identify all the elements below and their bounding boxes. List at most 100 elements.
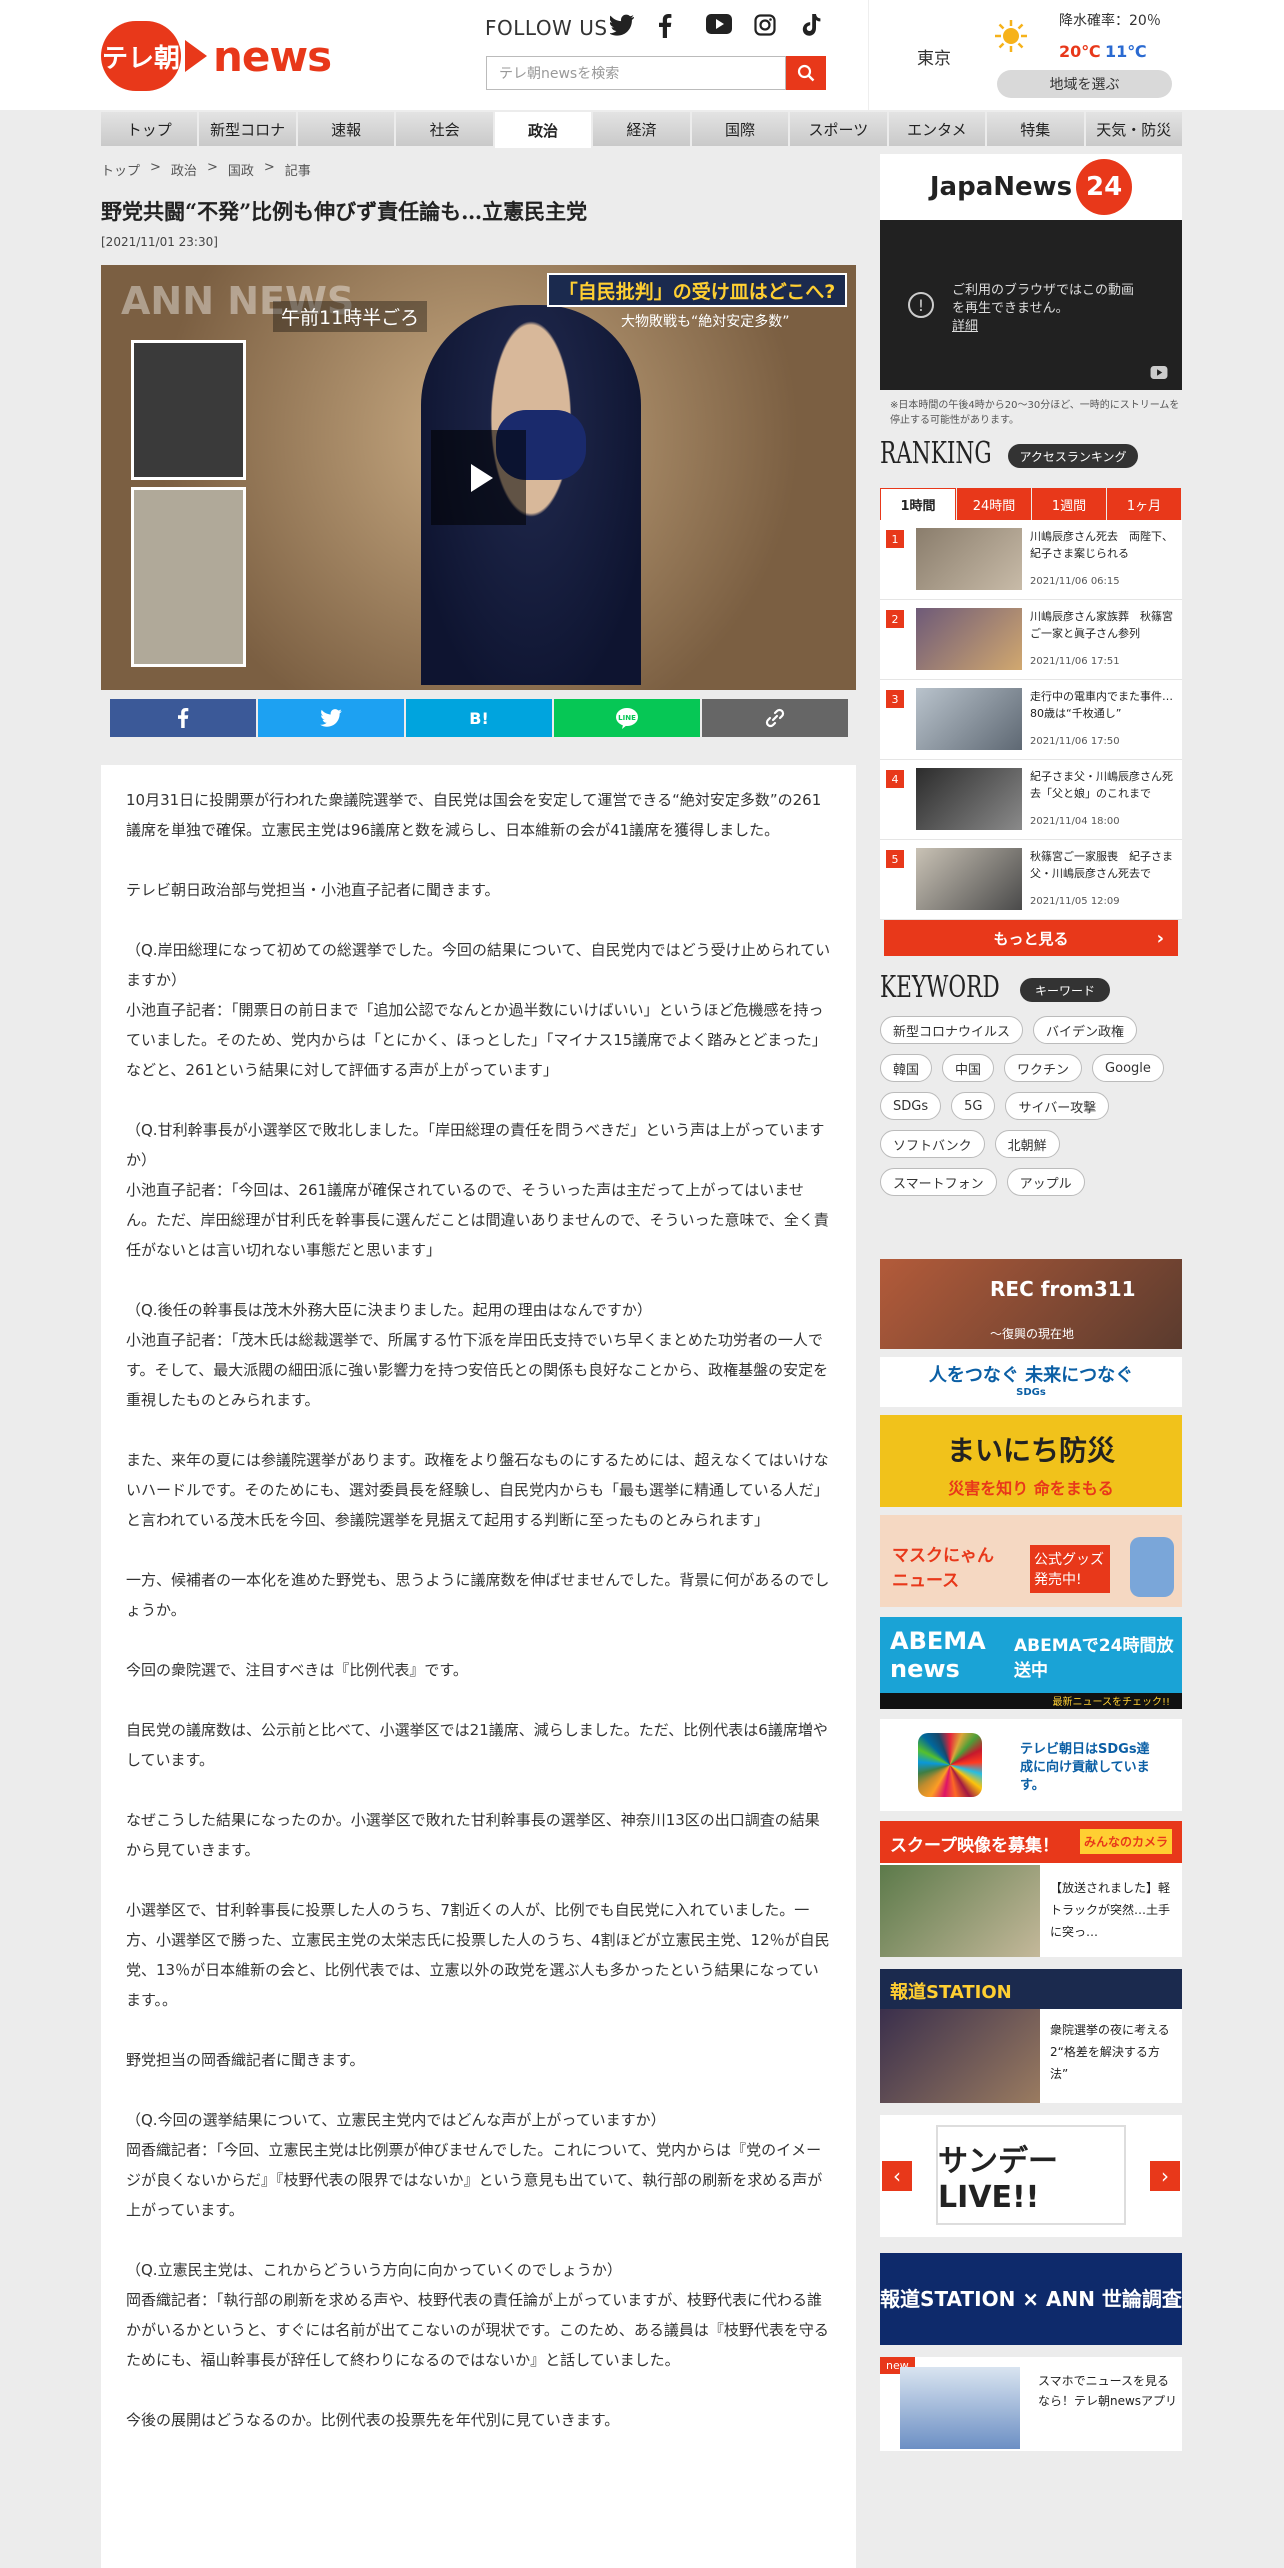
keyword-tag[interactable]: 5G	[951, 1092, 996, 1120]
share-bar: B! LINE	[110, 699, 848, 737]
keyword-tag[interactable]: バイデン政権	[1033, 1016, 1138, 1044]
nav-item-society[interactable]: 社会	[396, 112, 493, 146]
share-facebook-button[interactable]	[110, 699, 256, 737]
ranking-headline: 川嶋辰彦さん死去 両陛下、紀子さま案じられる	[1030, 530, 1173, 560]
rank-number: 2	[886, 610, 904, 628]
nav-item-breaking[interactable]: 速報	[297, 112, 395, 146]
keyword-tag[interactable]: SDGs	[880, 1092, 942, 1120]
ranking-date: 2021/11/06 17:51	[1030, 656, 1120, 667]
tab-24hours[interactable]: 24時間	[957, 488, 1031, 520]
live-stream-player[interactable]: ! ご利用のブラウザではこの動画 を再生できません。 詳細	[880, 220, 1182, 390]
rec-banner-sub: ～復興の現在地	[990, 1327, 1075, 1341]
mask-banner-title: マスクにゃん ニュース	[892, 1546, 994, 1591]
breadcrumb-national[interactable]: 国政	[228, 160, 254, 179]
keyword-tag[interactable]: 韓国	[880, 1054, 933, 1082]
youtube-icon[interactable]	[706, 14, 732, 38]
bosai-banner-title: まいにち防災	[946, 1434, 1115, 1467]
keyword-tag[interactable]: サイバー攻撃	[1005, 1092, 1110, 1120]
banner-ann-poll[interactable]: 報道STATION × ANN 世論調査	[880, 2253, 1182, 2345]
nav-item-corona[interactable]: 新型コロナ	[199, 112, 296, 146]
keyword-tag[interactable]: ソフトバンク	[880, 1130, 985, 1158]
follow-us-label: FOLLOW US	[485, 16, 608, 40]
article-video-player[interactable]: ANN NEWS 午前11時半ごろ 「自民批判」の受け皿はどこへ? 大物敗戦も“…	[101, 265, 856, 690]
keyword-tag[interactable]: 新型コロナウイルス	[880, 1016, 1024, 1044]
tab-1month[interactable]: 1ヶ月	[1107, 488, 1181, 520]
breadcrumb-politics[interactable]: 政治	[171, 160, 197, 179]
banner-abema-news[interactable]: ABEMA news ABEMAで24時間放送中 最新ニュースをチェック!!	[880, 1617, 1182, 1709]
tiktok-icon[interactable]	[802, 14, 826, 38]
more-ranking-button[interactable]: もっと見る ›	[884, 920, 1178, 956]
ranking-item[interactable]: 5 秋篠宮ご一家服喪 紀子さま父・川嶋辰彦さん死去で 2021/11/05 12…	[880, 840, 1182, 920]
keyword-tag[interactable]: Google	[1092, 1054, 1164, 1082]
site-logo[interactable]: テレ朝 news	[101, 20, 333, 92]
keyword-tag[interactable]: ワクチン	[1004, 1054, 1083, 1082]
video-time-label: 午前11時半ごろ	[273, 301, 428, 332]
share-twitter-button[interactable]	[258, 699, 404, 737]
chevron-right-icon[interactable]: ›	[1150, 2161, 1180, 2191]
banner-rec-from-311[interactable]: REC from311 ～復興の現在地	[880, 1259, 1182, 1349]
video-error-details-link[interactable]: 詳細	[952, 319, 978, 334]
ranking-item[interactable]: 2 川嶋辰彦さん家族葬 秋篠宮ご一家と眞子さん参列 2021/11/06 17:…	[880, 600, 1182, 680]
ranking-thumbnail	[916, 528, 1022, 590]
ranking-item[interactable]: 1 川嶋辰彦さん死去 両陛下、紀子さま案じられる 2021/11/06 06:1…	[880, 520, 1182, 600]
facebook-icon[interactable]	[658, 14, 682, 38]
banner-hodo-station[interactable]: 報道STATION 衆院選挙の夜に考える2“格差を解決する方法”	[880, 1969, 1182, 2103]
youtube-icon[interactable]	[1150, 366, 1168, 383]
hodo-thumbnail	[880, 2009, 1040, 2103]
nav-item-weather[interactable]: 天気・防災	[1085, 112, 1182, 146]
rank-number: 1	[886, 530, 904, 548]
banner-mask-nyan[interactable]: マスクにゃん ニュース 公式グッズ発売中!	[880, 1515, 1182, 1607]
banner-sdgs-commitment[interactable]: テレビ朝日はSDGs達成に向け貢献しています。	[880, 1719, 1182, 1811]
search-input[interactable]: テレ朝newsを検索	[486, 56, 786, 90]
facebook-icon	[178, 708, 189, 728]
abema-banner-sub: ABEMAで24時間放送中	[1014, 1636, 1174, 1681]
search-button[interactable]	[786, 56, 826, 90]
nav-item-sports[interactable]: スポーツ	[790, 112, 887, 146]
share-line-button[interactable]: LINE	[554, 699, 700, 737]
breadcrumb-separator: >	[263, 160, 275, 175]
banner-sunday-live[interactable]: ‹ サンデーLIVE!! ›	[880, 2115, 1182, 2237]
play-button[interactable]	[431, 430, 526, 525]
banner-scoop-video[interactable]: スクープ映像を募集！ みんなのカメラ 【放送されました】軽トラックが突然…土手に…	[880, 1821, 1182, 1957]
alert-icon: !	[908, 292, 934, 318]
banner-news-app[interactable]: new スマホでニュースを見るなら！テレ朝newsアプリ	[880, 2357, 1182, 2451]
article-paragraph: （Q.甘利幹事長が小選挙区で敗北しました。「岸田総理の責任を問うべきだ」という声…	[126, 1121, 829, 1259]
nav-item-politics[interactable]: 政治	[494, 112, 592, 148]
twitter-icon[interactable]	[609, 14, 635, 38]
share-link-button[interactable]	[702, 699, 848, 737]
nav-item-entertainment[interactable]: エンタメ	[888, 112, 986, 146]
article-paragraph: （Q.後任の幹事長は茂木外務大臣に決まりました。起用の理由はなんですか） 小池直…	[126, 1301, 829, 1409]
tab-1hour[interactable]: 1時間	[880, 488, 956, 520]
ranking-item[interactable]: 4 紀子さま父・川嶋辰彦さん死去「父と娘」のこれまで 2021/11/04 18…	[880, 760, 1182, 840]
nav-item-international[interactable]: 国際	[691, 112, 789, 146]
nav-item-features[interactable]: 特集	[987, 112, 1084, 146]
poll-banner-text: 報道STATION × ANN 世論調査	[880, 2287, 1182, 2311]
ranking-headline: 秋篠宮ご一家服喪 紀子さま父・川嶋辰彦さん死去で	[1030, 850, 1173, 880]
region-select-button[interactable]: 地域を選ぶ	[997, 70, 1172, 98]
chevron-left-icon[interactable]: ‹	[882, 2161, 912, 2191]
nav-item-top[interactable]: トップ	[101, 112, 198, 146]
article-paragraph: なぜこうした結果になったのか。小選挙区で敗れた甘利幹事長の選挙区、神奈川13区の…	[126, 1811, 820, 1859]
japanews24-logo[interactable]: JapaNews 24	[880, 154, 1182, 220]
article-body-container: 10月31日に投開票が行われた衆議院選挙で、自民党は国会を安定して運営できる“絶…	[101, 765, 856, 2568]
banner-mainichi-bosai[interactable]: まいにち防災 災害を知り 命をまもる	[880, 1415, 1182, 1507]
banner-sdgs[interactable]: 人をつなぐ 未来につなぐ SDGs	[880, 1357, 1182, 1407]
breadcrumb-top[interactable]: トップ	[101, 160, 140, 179]
scoop-thumbnail	[880, 1865, 1040, 1957]
nav-item-economy[interactable]: 経済	[593, 112, 690, 146]
tab-1week[interactable]: 1週間	[1032, 488, 1106, 520]
article-title: 野党共闘“不発”比例も伸びず責任論も…立憲民主党	[101, 199, 588, 224]
article-paragraph: 10月31日に投開票が行われた衆議院選挙で、自民党は国会を安定して運営できる“絶…	[126, 791, 822, 839]
scoop-text: 【放送されました】軽トラックが突然…土手に突っ…	[1050, 1881, 1171, 1939]
article-date: [2021/11/01 23:30]	[101, 235, 218, 249]
keyword-tag[interactable]: 北朝鮮	[994, 1130, 1060, 1158]
keyword-tag[interactable]: アップル	[1006, 1168, 1085, 1196]
ranking-item[interactable]: 3 走行中の電車内でまた事件…80歳は“千枚通し” 2021/11/06 17:…	[880, 680, 1182, 760]
keyword-tag[interactable]: 中国	[942, 1054, 995, 1082]
ranking-date: 2021/11/05 12:09	[1030, 896, 1120, 907]
weather-widget: 東京 降水確率：20％ 20℃ 11℃ 地域を選ぶ	[868, 0, 1284, 110]
play-icon	[470, 463, 493, 492]
share-hatena-button[interactable]: B!	[406, 699, 552, 737]
instagram-icon[interactable]	[754, 14, 778, 38]
keyword-tag[interactable]: スマートフォン	[880, 1168, 997, 1196]
